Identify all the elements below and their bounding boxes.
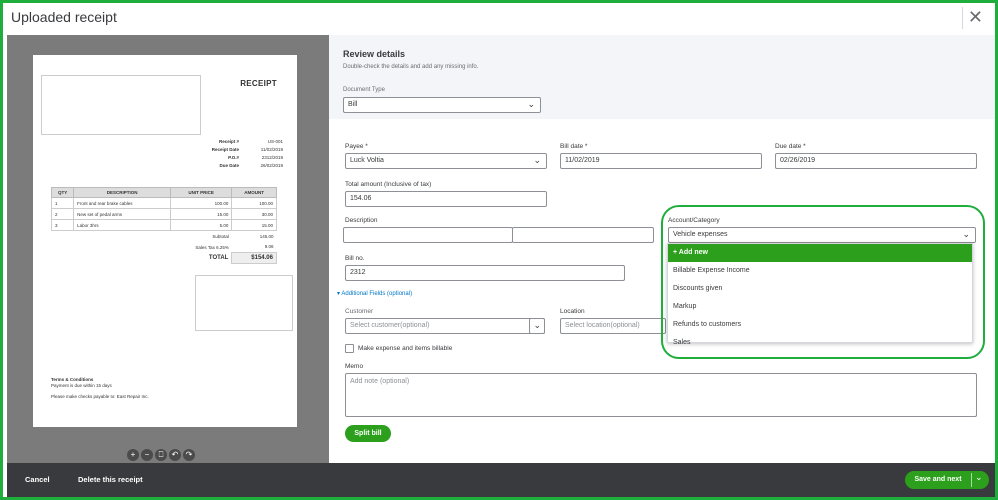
cancel-button[interactable]: Cancel [25,475,50,484]
document-type-label: Document Type [343,87,385,93]
total-amount-field[interactable]: 154.06 [345,191,547,207]
customer-dropdown-toggle[interactable]: ⌄ [529,318,545,334]
description-field[interactable] [343,227,513,243]
receipt-meta: Receipt # US-001 Receipt Date 11/02/2019 P… [203,139,283,171]
zoom-out-icon[interactable]: − [141,449,153,461]
table-row: 3 Labor 3hrs 5.00 15.00 [50,219,277,231]
annotation-highlight [661,205,985,359]
description-field-extra[interactable] [512,227,654,243]
section-subtitle: Double-check the details and add any mis… [343,64,479,70]
dialog-footer: Cancel Delete this receipt Save and next… [7,463,995,497]
column-header: QTY [50,187,75,198]
review-details-section: Review details Double-check the details … [329,35,995,119]
due-date-label: Due date * [775,143,806,150]
location-select[interactable]: Select location(optional) [560,318,666,334]
column-header: AMOUNT [231,187,277,198]
preview-toolbar: + − ⎕ ↶ ↷ [127,449,195,461]
bill-date-label: Bill date * [560,143,588,150]
description-label: Description [345,217,378,224]
total-row: TOTAL $154.06 [52,252,277,264]
section-heading: Review details [343,49,406,59]
additional-fields-toggle[interactable]: ▾ Additional Fields (optional) [337,290,412,297]
bill-number-field[interactable]: 2312 [345,265,625,281]
payee-select[interactable]: Luck Voltia ⌄ [345,153,547,169]
meta-row: Due Date 26/02/2019 [219,163,283,168]
receipt-heading: RECEIPT [240,79,277,88]
fit-page-icon[interactable]: ⎕ [155,449,167,461]
zoom-in-icon[interactable]: + [127,449,139,461]
meta-row: Receipt # US-001 [218,139,283,144]
receipt-items-table: QTY DESCRIPTION UNIT PRICE AMOUNT 1 Front… [50,187,277,264]
document-type-select[interactable]: Bill ⌄ [343,97,541,113]
divider [971,473,972,487]
delete-receipt-button[interactable]: Delete this receipt [78,475,143,484]
bill-number-label: Bill no. [345,255,365,262]
rotate-left-icon[interactable]: ↶ [169,449,181,461]
save-and-next-label[interactable]: Save and next [905,471,971,489]
chevron-down-icon: ⌄ [527,99,535,109]
logo-placeholder [41,75,201,135]
receipt-document: RECEIPT Receipt # US-001 Receipt Date 11/0… [33,55,297,427]
customer-label: Customer [345,308,374,315]
receipt-preview: RECEIPT Receipt # US-001 Receipt Date 11/0… [7,35,329,463]
save-and-next-button: Save and next ⌄ [905,471,989,489]
memo-label: Memo [345,363,364,370]
rotate-right-icon[interactable]: ↷ [183,449,195,461]
close-icon[interactable]: ✕ [968,7,983,28]
billable-label: Make expense and items billable [358,345,453,352]
receipt-dialog: Uploaded receipt ✕ RECEIPT Receipt # US-0… [0,0,998,500]
bill-date-field[interactable]: 11/02/2019 [560,153,762,169]
billable-checkbox[interactable] [345,344,354,353]
dialog-title: Uploaded receipt [11,9,117,25]
title-bar: Uploaded receipt ✕ [3,3,995,35]
table-row: 2 New set of pedal arms 15.00 30.00 [50,208,277,220]
chevron-down-icon[interactable]: ⌄ [975,472,983,483]
total-amount-label: Total amount (Inclusive of tax) [345,181,432,188]
column-header: UNIT PRICE [169,187,233,198]
chevron-down-icon: ⌄ [533,155,541,165]
split-bill-button[interactable]: Split bill [345,425,391,442]
chevron-down-icon: ⌄ [533,320,541,330]
signature-box [195,275,293,331]
divider [962,7,963,29]
table-row: 1 Front and rear brake cables 100.00 100.00 [50,197,277,209]
due-date-field[interactable]: 02/26/2019 [775,153,977,169]
memo-field[interactable]: Add note (optional) [345,373,977,417]
customer-select[interactable]: Select customer(optional) [345,318,545,334]
meta-row: Receipt Date 11/02/2019 [211,147,283,152]
terms: Terms & Conditions Payment is due within… [51,377,149,399]
location-label: Location [560,308,585,315]
tax-row: Sales Tax 6.25% 9.06 [195,244,274,250]
meta-row: P.O.# 2312/2019 [228,155,283,160]
column-header: DESCRIPTION [73,187,171,198]
payee-label: Payee * [345,143,368,150]
subtotal-row: Subtotal 145.00 [212,233,274,239]
